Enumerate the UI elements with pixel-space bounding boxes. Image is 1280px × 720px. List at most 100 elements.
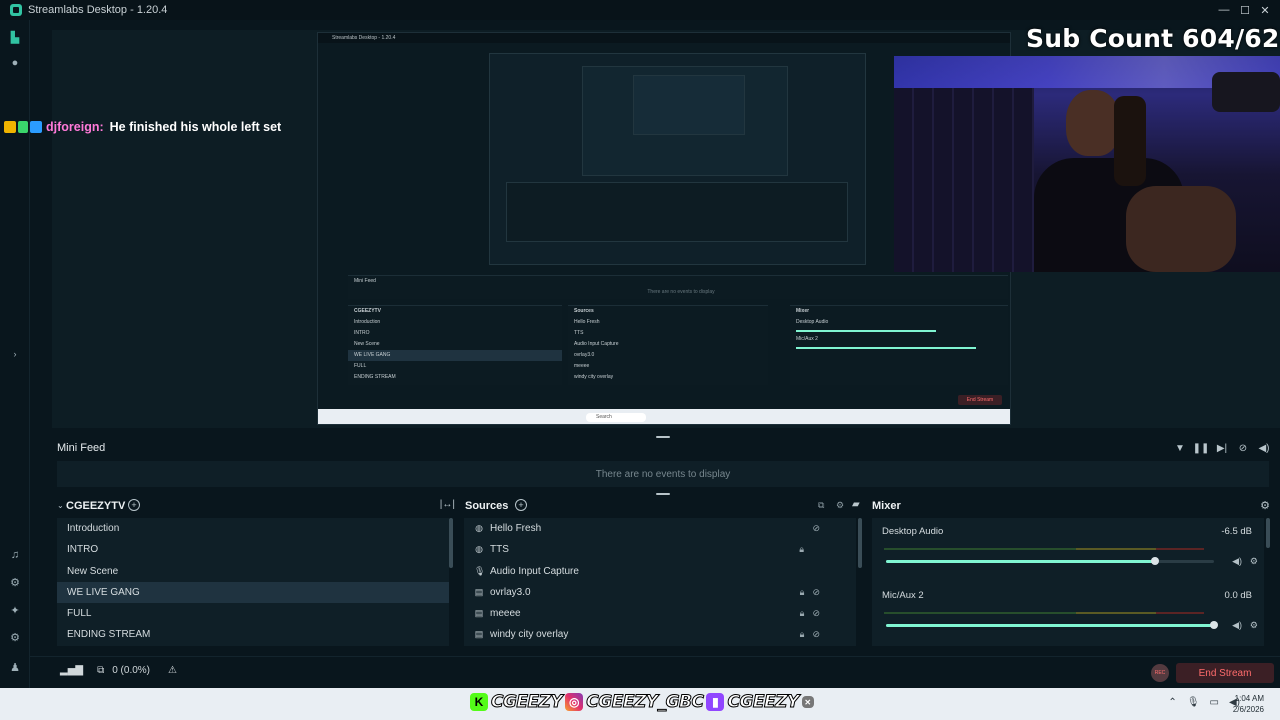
kick-handle: CGEEZY <box>490 692 563 713</box>
network-icon[interactable]: ▭ <box>1210 697 1219 708</box>
skip-icon[interactable]: ▶| <box>1216 442 1228 454</box>
volume-slider[interactable] <box>886 557 1214 565</box>
mixer-header: Mixer ⚙ <box>872 496 1272 516</box>
inner-source-item: TTS <box>574 330 584 336</box>
chevron-up-icon[interactable]: ⌃ <box>1168 697 1176 708</box>
volume-meter <box>884 612 1204 614</box>
inner-mixer-channel: Mic/Aux 2 <box>796 336 818 342</box>
chat-message: djforeign: He finished his whole left se… <box>4 120 281 134</box>
record-button[interactable]: REC <box>1151 664 1169 682</box>
microphone-tray-icon[interactable]: 🎙︎ <box>1187 697 1200 708</box>
mini-feed-title: Mini Feed <box>57 442 106 454</box>
visibility-off-icon[interactable]: ⊘ <box>812 624 820 645</box>
mixer-channel: Mic/Aux 2 0.0 dB ◀) ⚙ <box>872 588 1262 644</box>
source-item[interactable]: ▤ meeee 🔒︎ ⊘ <box>464 603 856 624</box>
volume-icon[interactable]: ◀) <box>1258 442 1270 454</box>
mute-icon[interactable]: ◀) <box>1232 556 1242 567</box>
streamer-hair <box>1114 96 1146 186</box>
inner-scene-item: WE LIVE GANG <box>348 350 562 361</box>
microphone-arm <box>1212 72 1280 112</box>
volume-slider-knob[interactable] <box>1210 621 1218 629</box>
close-button[interactable]: ✕ <box>1255 2 1275 18</box>
settings-icon[interactable]: ⚙ <box>8 630 22 644</box>
scene-item[interactable]: New Scene <box>57 561 449 582</box>
chat-username: djforeign: <box>46 120 104 134</box>
mixer-settings-icon[interactable]: ⚙ <box>1260 499 1270 512</box>
inner-mixer-channel: Desktop Audio <box>796 319 829 325</box>
folder-icon[interactable]: ▰ <box>852 499 860 510</box>
channel-settings-icon[interactable]: ⚙ <box>1250 620 1258 631</box>
lock-icon[interactable]: 🔒︎ <box>799 539 804 560</box>
scenes-scrollbar[interactable] <box>449 518 453 568</box>
editor-icon[interactable]: ▙ <box>8 30 22 44</box>
stats-group: ▂▅▇ ⧉ 0 (0.0%) ⚠ <box>60 665 177 676</box>
source-group-icon[interactable]: ⧉ <box>818 500 824 511</box>
scene-item[interactable]: ENDING STREAM <box>57 624 449 645</box>
volume-slider-fill <box>886 560 1155 563</box>
source-item-controls: 🔒︎ ⊘ <box>800 624 820 645</box>
inner-mini-feed-title: Mini Feed <box>354 278 376 284</box>
lock-icon[interactable]: 🔒︎ <box>800 582 805 603</box>
channel-settings-icon[interactable]: ⚙ <box>1250 556 1258 567</box>
mixer-channel-name: Desktop Audio <box>882 526 944 537</box>
highlighter-icon[interactable]: ✦ <box>8 603 22 617</box>
scene-item-active[interactable]: WE LIVE GANG <box>57 581 449 604</box>
clock-date: 2/6/2026 <box>1232 705 1264 714</box>
source-item[interactable]: ◍ TTS 🔒︎ <box>464 539 856 560</box>
title-bar: Streamlabs Desktop - 1.20.4 — ☐ ✕ <box>0 0 1280 20</box>
status-footer: ▂▅▇ ⧉ 0 (0.0%) ⚠ REC End Stream <box>30 656 1280 688</box>
shoe-wall <box>894 88 1034 272</box>
add-source-icon[interactable]: + <box>515 499 527 511</box>
sources-scrollbar[interactable] <box>858 518 862 568</box>
play-icon[interactable]: ● <box>8 56 22 70</box>
resize-handle[interactable] <box>656 493 670 495</box>
add-scene-collection-icon[interactable]: + <box>128 499 140 511</box>
mute-icon[interactable]: ◀) <box>1232 620 1242 631</box>
source-item[interactable]: 🎙︎ Audio Input Capture <box>464 561 856 582</box>
inner-scene-item: ENDING STREAM <box>354 374 396 380</box>
volume-slider-knob[interactable] <box>1150 557 1159 565</box>
visibility-off-icon[interactable]: ⊘ <box>812 518 820 539</box>
scenes-title[interactable]: CGEEZYTV <box>66 500 125 512</box>
clock-time: 1:04 AM <box>1234 694 1264 703</box>
themes-icon[interactable]: ♫ <box>8 548 22 562</box>
source-item[interactable]: ▤ windy city overlay 🔒︎ ⊘ <box>464 624 856 645</box>
filter-icon[interactable]: ▼ <box>1174 442 1186 454</box>
scene-item[interactable]: Introduction <box>57 518 449 539</box>
source-item[interactable]: ▤ ovrlay3.0 🔒︎ ⊘ <box>464 582 856 603</box>
profile-icon[interactable]: ♟ <box>8 660 22 674</box>
taskbar-clock[interactable]: 1:04 AM 2/6/2026 <box>1233 693 1264 715</box>
performance-icon[interactable]: ▂▅▇ <box>60 665 83 676</box>
alert-icon[interactable]: ⚠ <box>168 665 177 676</box>
source-label: ovrlay3.0 <box>490 586 531 598</box>
app-store-icon[interactable]: ⚙ <box>8 575 22 589</box>
lock-icon[interactable]: 🔒︎ <box>800 624 805 645</box>
lock-icon[interactable]: 🔒︎ <box>800 603 805 624</box>
source-label: windy city overlay <box>490 629 569 641</box>
inner-mixer-slider <box>796 347 976 349</box>
minimize-button[interactable]: — <box>1214 2 1234 18</box>
source-item[interactable]: ◍ Hello Fresh ⊘ <box>464 518 856 539</box>
inner-scene-item: INTRO <box>354 330 370 336</box>
collapse-chevron-icon[interactable]: ⌄ <box>57 501 64 510</box>
maximize-button[interactable]: ☐ <box>1235 2 1255 18</box>
visibility-off-icon[interactable]: ⊘ <box>812 582 820 603</box>
source-item-controls: ⊘ <box>812 518 820 539</box>
nested-preview-inner <box>582 66 788 176</box>
scene-item[interactable]: FULL <box>57 603 449 624</box>
inner-sources-title: Sources <box>574 308 594 314</box>
scene-transitions-icon[interactable]: |↔| <box>440 499 455 510</box>
volume-slider-fill <box>886 624 1214 627</box>
visibility-off-icon[interactable]: ⊘ <box>812 603 820 624</box>
scene-item[interactable]: INTRO <box>57 539 449 560</box>
expand-chevron-icon[interactable]: › <box>8 347 22 361</box>
mixer-scrollbar[interactable] <box>1266 518 1270 548</box>
source-properties-icon[interactable]: ⚙ <box>836 500 844 511</box>
sources-header: Sources + <box>464 496 864 516</box>
volume-slider[interactable] <box>886 621 1218 629</box>
window-title: Streamlabs Desktop - 1.20.4 <box>28 4 168 16</box>
pause-icon[interactable]: ❚❚ <box>1193 442 1210 454</box>
end-stream-button[interactable]: End Stream <box>1176 663 1274 683</box>
mute-alerts-icon[interactable]: ⊘ <box>1237 442 1249 454</box>
scenes-panel: ⌄ CGEEZYTV + |↔| Introduction INTRO New … <box>57 496 455 646</box>
